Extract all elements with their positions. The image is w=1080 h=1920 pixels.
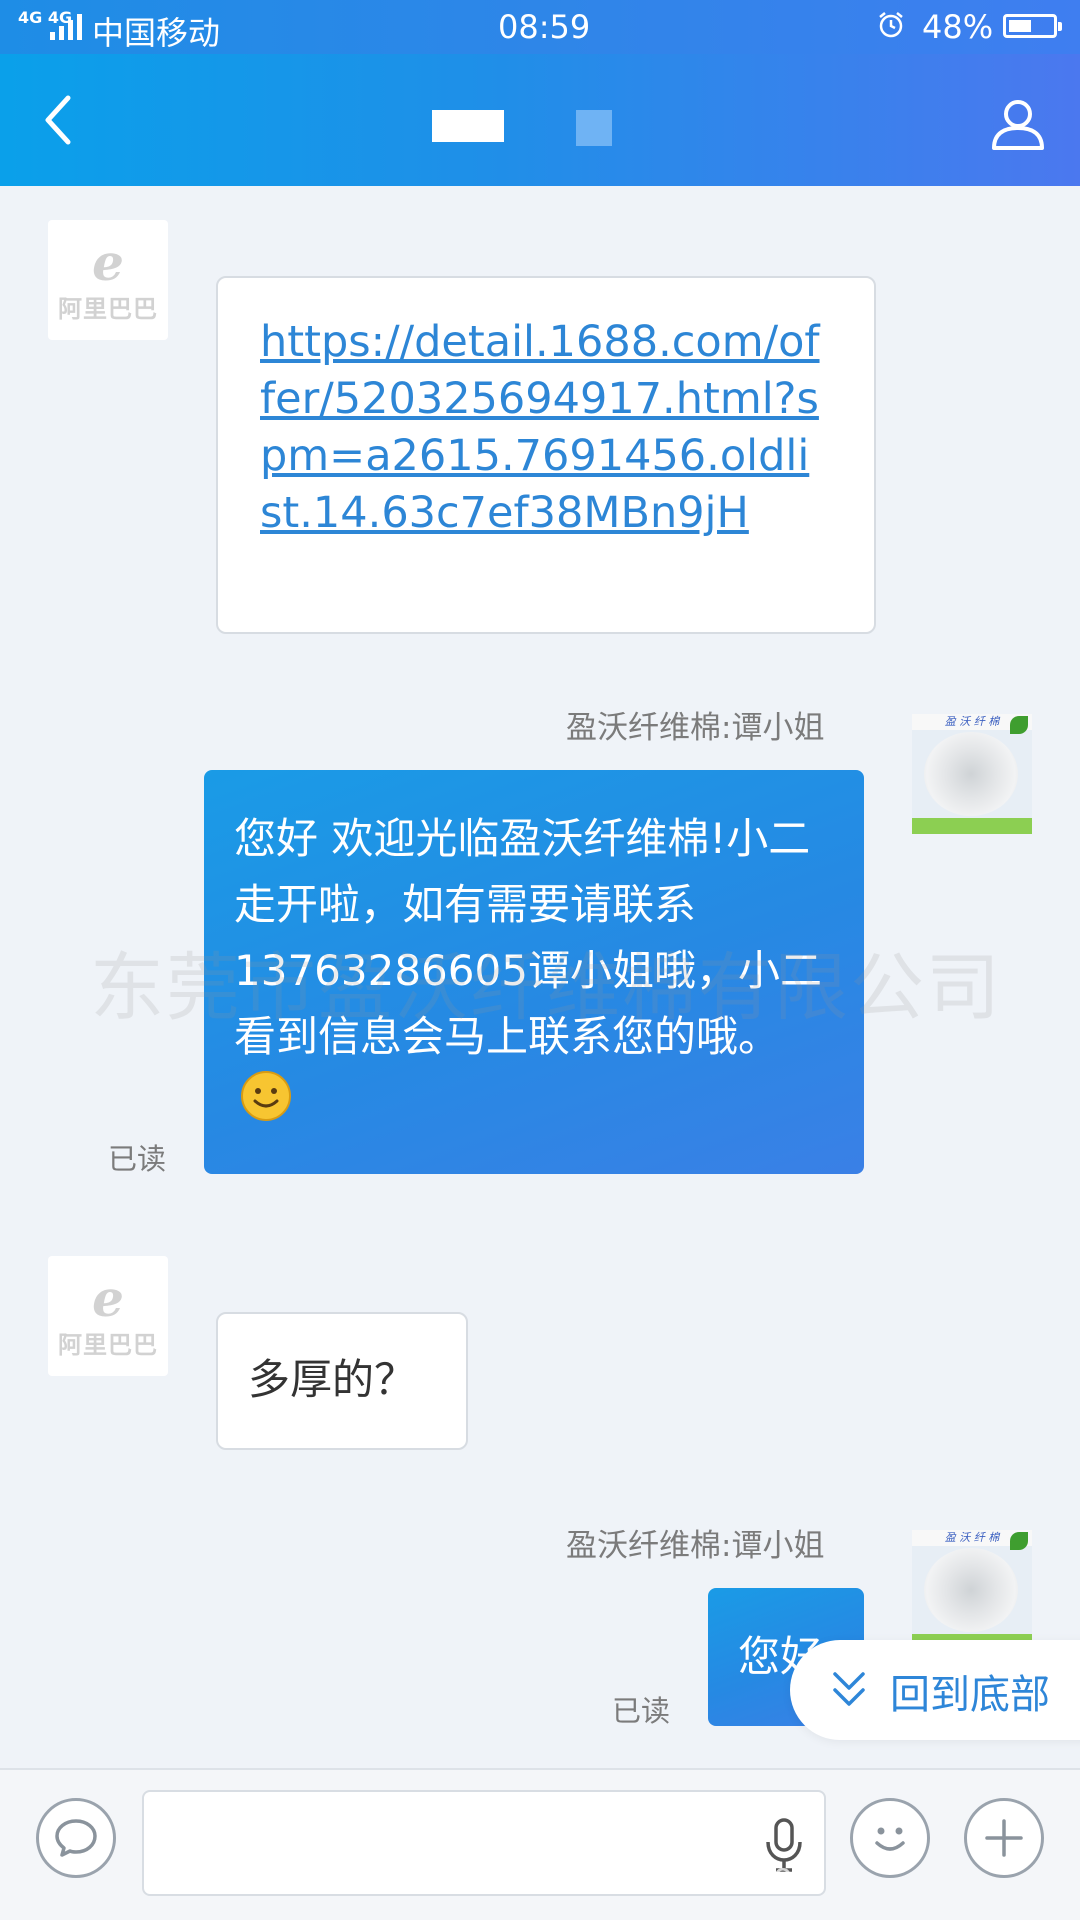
alibaba-logo-icon: e — [92, 232, 124, 292]
leaf-icon — [1010, 1532, 1028, 1550]
sender-name: 盈沃纤维棉:谭小姐 — [566, 1528, 825, 1564]
message-text: 您好 欢迎光临盈沃纤维棉!小二走开啦，如有需要请联系13763286605谭小姐… — [234, 814, 822, 1061]
avatar-shop[interactable]: 盈 沃 纤 棉 — [912, 1530, 1032, 1650]
carrier-name: 中国移动 — [92, 14, 221, 52]
cotton-roll-image — [924, 1548, 1018, 1632]
chat-bubble-icon — [55, 1819, 97, 1857]
chat-header — [0, 54, 1080, 186]
avatar-alibaba[interactable]: e 阿里巴巴 — [48, 1256, 168, 1376]
avatar-footer — [912, 818, 1032, 834]
read-status: 已读 — [612, 1694, 671, 1728]
cotton-roll-image — [924, 732, 1018, 816]
sender-name: 盈沃纤维棉:谭小姐 — [566, 710, 825, 746]
back-to-bottom-label: 回到底部 — [890, 1672, 1050, 1718]
message-bubble-question[interactable]: 多厚的？ — [216, 1312, 468, 1450]
alarm-icon — [879, 12, 903, 38]
plus-icon — [985, 1819, 1023, 1857]
avatar-label: 阿里巴巴 — [58, 1330, 158, 1359]
person-icon[interactable] — [990, 96, 1046, 152]
back-icon[interactable] — [38, 92, 78, 148]
status-bar: 4G 4G 中国移动 08:59 48% — [0, 0, 1080, 54]
message-bubble-greeting[interactable]: 您好 欢迎光临盈沃纤维棉!小二走开啦，如有需要请联系13763286605谭小姐… — [204, 770, 864, 1174]
quick-reply-button[interactable] — [36, 1798, 116, 1878]
message-text: 多厚的？ — [248, 1355, 417, 1404]
smiley-icon — [875, 1827, 905, 1851]
clock: 08:59 — [498, 8, 591, 46]
battery-icon — [1003, 14, 1062, 38]
double-chevron-down-icon — [833, 1672, 865, 1706]
emoji-button[interactable] — [850, 1798, 930, 1878]
message-link[interactable]: https://detail.1688.com/offer/5203256949… — [260, 314, 830, 542]
battery-percent: 48% — [922, 8, 994, 46]
signal-icon — [50, 14, 82, 40]
leaf-icon — [1010, 716, 1028, 734]
back-to-bottom-button[interactable]: 回到底部 — [790, 1640, 1080, 1740]
more-button[interactable] — [964, 1798, 1044, 1878]
footer-watermark: yingwo.1688.com — [540, 1856, 824, 1894]
smile-emoji-icon — [240, 1070, 292, 1122]
avatar-label: 阿里巴巴 — [58, 294, 158, 323]
header-subtitle-block — [576, 110, 612, 146]
read-status: 已读 — [108, 1142, 167, 1176]
alibaba-logo-icon: e — [92, 1268, 124, 1328]
avatar-shop[interactable]: 盈 沃 纤 棉 — [912, 714, 1032, 834]
avatar-alibaba[interactable]: e 阿里巴巴 — [48, 220, 168, 340]
header-title-block — [432, 110, 504, 142]
